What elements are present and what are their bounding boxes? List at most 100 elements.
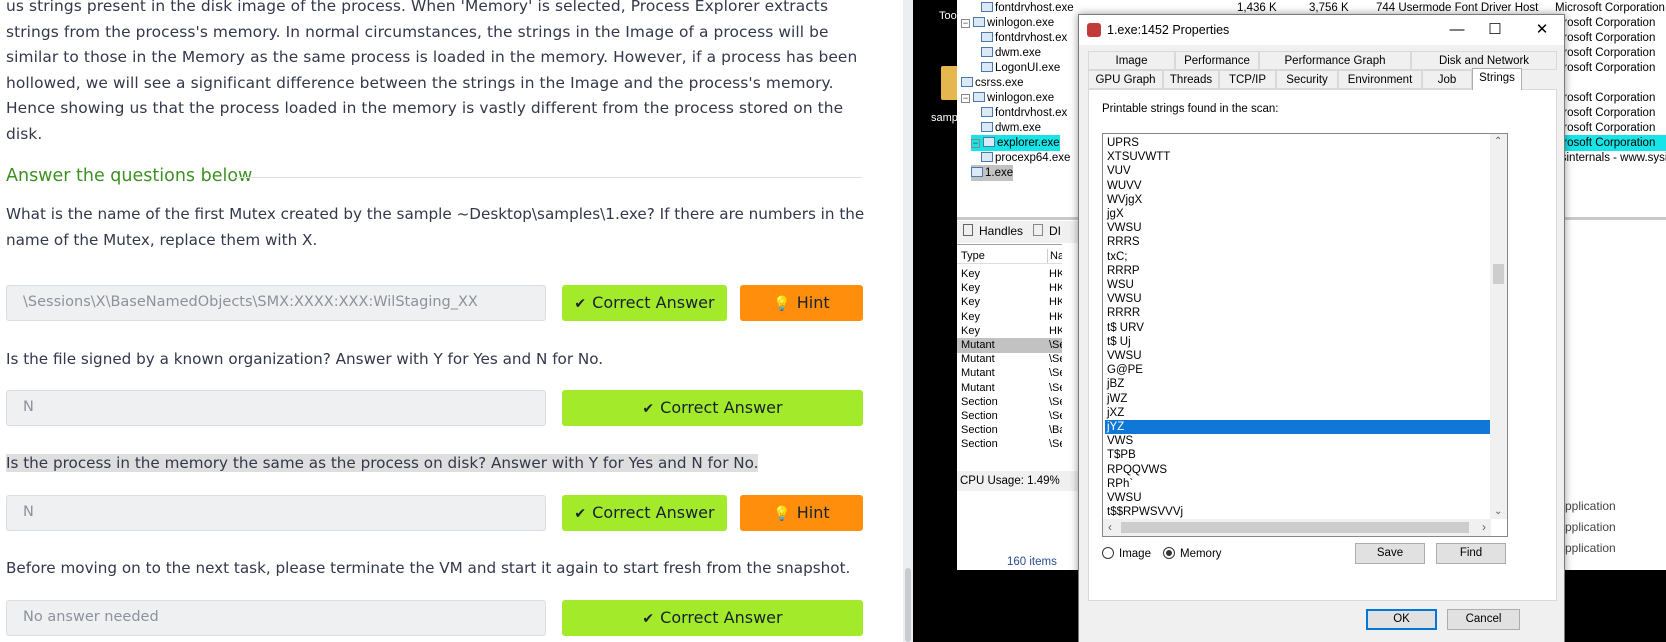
tab-handles[interactable]: Handles <box>979 224 1023 238</box>
string-item[interactable]: t$$RPWSVVVj <box>1105 505 1491 519</box>
process-row[interactable]: 1.exe <box>971 165 1014 181</box>
answer-field-1[interactable]: \Sessions\X\BaseNamedObjects\SMX:XXXX:XX… <box>6 285 546 321</box>
collapse-toggle-icon[interactable]: − <box>961 19 970 28</box>
string-item[interactable]: VUV <box>1105 164 1491 178</box>
handle-row[interactable]: Key HK <box>957 295 1062 310</box>
handle-row[interactable]: Mutant \Se <box>957 381 1062 396</box>
vm-screen[interactable]: Too samp fontdrvhost.exe − winlogon.exe fon… <box>913 0 1666 642</box>
strings-listbox[interactable]: UPRS XTSUVWTT VUV WUVV WVjgX jgX VWSU RRRS txC; R… <box>1102 133 1508 537</box>
dialog-titlebar[interactable]: 1.exe:1452 Properties — ☐ ✕ <box>1079 15 1564 45</box>
process-row[interactable]: − explorer.exe <box>971 135 1060 151</box>
process-row[interactable]: dwm.exe <box>957 120 1041 136</box>
col-type[interactable]: Type <box>961 249 985 263</box>
hint-button-3[interactable]: 💡 Hint <box>740 495 863 531</box>
collapse-toggle-icon[interactable]: − <box>961 94 970 103</box>
close-button[interactable]: ✕ <box>1527 19 1557 41</box>
ok-button[interactable]: OK <box>1366 609 1437 630</box>
pane-scrollbar[interactable] <box>903 0 913 642</box>
string-item[interactable]: RRRS <box>1105 235 1491 249</box>
handle-row[interactable]: Section \Se <box>957 409 1062 424</box>
process-row[interactable]: fontdrvhost.exe <box>957 0 1074 16</box>
handle-row[interactable]: Section \Ba <box>957 423 1062 438</box>
process-row[interactable]: fontdrvhost.ex <box>957 105 1067 121</box>
string-item[interactable]: RRRP <box>1105 264 1491 278</box>
string-item[interactable]: UPRS <box>1105 136 1491 150</box>
string-item[interactable]: VWSU <box>1105 349 1491 363</box>
radio-memory[interactable]: Memory <box>1163 547 1222 560</box>
string-item[interactable]: T$PB <box>1105 448 1491 462</box>
save-button[interactable]: Save <box>1355 543 1425 564</box>
handle-row[interactable]: Section \Se <box>957 437 1062 452</box>
tab-job[interactable]: Job <box>1422 70 1472 89</box>
scrollbar-thumb[interactable] <box>1121 522 1469 533</box>
string-item[interactable]: jYZ <box>1105 420 1491 435</box>
find-button[interactable]: Find <box>1436 543 1506 564</box>
tab-tcp-ip[interactable]: TCP/IP <box>1219 70 1276 89</box>
correct-answer-button-4[interactable]: ✔ Correct Answer <box>562 600 863 636</box>
process-row[interactable]: fontdrvhost.ex <box>957 30 1067 46</box>
process-row[interactable]: csrss.exe <box>957 75 1024 91</box>
string-item[interactable]: WVjgX <box>1105 193 1491 207</box>
strings-horizontal-scrollbar[interactable]: ‹ › <box>1103 519 1491 536</box>
scroll-up-icon[interactable]: ⌃ <box>1494 136 1502 147</box>
string-item[interactable]: jBZ <box>1105 377 1491 391</box>
string-item[interactable]: VWSU <box>1105 491 1491 505</box>
correct-answer-button-3[interactable]: ✔ Correct Answer <box>562 495 727 531</box>
string-item[interactable]: jXZ <box>1105 406 1491 420</box>
tab-gpu-graph[interactable]: GPU Graph <box>1088 70 1163 89</box>
scrollbar-thumb[interactable] <box>1493 264 1504 284</box>
handle-row[interactable]: Mutant \Se <box>957 338 1062 353</box>
cancel-button[interactable]: Cancel <box>1447 609 1520 630</box>
scroll-right-icon[interactable]: › <box>1482 520 1486 534</box>
correct-answer-button-1[interactable]: ✔ Correct Answer <box>562 285 727 321</box>
scrollbar-thumb[interactable] <box>905 568 911 642</box>
tab-performance[interactable]: Performance <box>1175 51 1259 70</box>
process-row[interactable]: dwm.exe <box>957 45 1041 61</box>
string-item[interactable]: t$ Uj <box>1105 335 1491 349</box>
handle-row[interactable]: Key HK <box>957 310 1062 325</box>
collapse-toggle-icon[interactable]: − <box>971 139 980 148</box>
string-item[interactable]: RRRR <box>1105 306 1491 320</box>
string-item[interactable]: XTSUVWTT <box>1105 150 1491 164</box>
process-row[interactable]: − winlogon.exe <box>957 15 1054 31</box>
tab-environment[interactable]: Environment <box>1338 70 1422 89</box>
string-item[interactable]: RPQQVWS <box>1105 463 1491 477</box>
process-row[interactable]: − winlogon.exe <box>957 90 1054 106</box>
handle-row[interactable]: Key HK <box>957 267 1062 282</box>
correct-answer-button-2[interactable]: ✔ Correct Answer <box>562 390 863 426</box>
process-row[interactable]: LogonUI.exe <box>957 60 1060 76</box>
tab-image[interactable]: Image <box>1088 51 1175 70</box>
handle-row[interactable]: Key HK <box>957 281 1062 296</box>
handle-row[interactable]: Key HK <box>957 324 1062 339</box>
handle-row[interactable]: Mutant \Se <box>957 352 1062 367</box>
string-item[interactable]: t$ URV <box>1105 321 1491 335</box>
answer-field-4[interactable]: No answer needed <box>6 600 546 636</box>
scroll-left-icon[interactable]: ‹ <box>1108 520 1112 534</box>
tab-performance-graph[interactable]: Performance Graph <box>1259 51 1411 70</box>
maximize-button[interactable]: ☐ <box>1480 19 1510 41</box>
answer-field-3[interactable]: N <box>6 495 546 531</box>
answer-field-2[interactable]: N <box>6 390 546 426</box>
string-item[interactable]: VWSU <box>1105 221 1491 235</box>
strings-vertical-scrollbar[interactable]: ⌃ ⌄ <box>1490 134 1507 519</box>
tab-strings[interactable]: Strings <box>1472 68 1522 90</box>
string-item[interactable]: WSU <box>1105 278 1491 292</box>
string-item[interactable]: G@PE <box>1105 363 1491 377</box>
string-item[interactable]: txC; <box>1105 250 1491 264</box>
col-name[interactable]: Na <box>1047 249 1062 263</box>
hint-button-1[interactable]: 💡 Hint <box>740 285 863 321</box>
string-item[interactable]: WUVV <box>1105 179 1491 193</box>
string-item[interactable]: jWZ <box>1105 392 1491 406</box>
handle-row[interactable]: Mutant \Se <box>957 366 1062 381</box>
string-item[interactable]: RPh` <box>1105 477 1491 491</box>
minimize-button[interactable]: — <box>1442 19 1472 41</box>
tab-threads[interactable]: Threads <box>1163 70 1219 89</box>
string-item[interactable]: jgX <box>1105 207 1491 221</box>
string-item[interactable]: VWSU <box>1105 292 1491 306</box>
handle-row[interactable]: Section \Se <box>957 395 1062 410</box>
scroll-down-icon[interactable]: ⌄ <box>1494 506 1502 517</box>
process-row[interactable]: procexp64.exe <box>957 150 1070 166</box>
tab-security[interactable]: Security <box>1276 70 1338 89</box>
tab-dlls[interactable]: DI <box>1049 224 1061 238</box>
radio-image[interactable]: Image <box>1102 547 1151 560</box>
